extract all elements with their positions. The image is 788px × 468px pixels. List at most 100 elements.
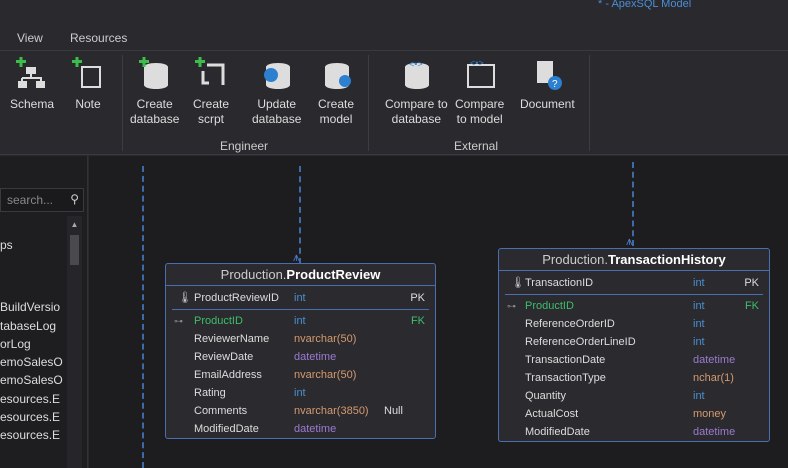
column-name: ProductID xyxy=(525,300,574,312)
note-button[interactable]: Note xyxy=(72,57,104,112)
column-row[interactable]: ReviewerName nvarchar(50) xyxy=(166,330,435,348)
table-transactionhistory[interactable]: Production.TransactionHistory 🌡 Transactio… xyxy=(498,248,770,442)
tree-item[interactable]: tabaseLog xyxy=(0,319,66,333)
update-database-button[interactable]: Update database xyxy=(252,57,301,127)
svg-text:<•>: <•> xyxy=(409,59,423,69)
scroll-up-icon[interactable]: ▲ xyxy=(67,220,82,229)
column-type: nvarchar(50) xyxy=(294,369,357,381)
column-row[interactable]: ReferenceOrderLineID int xyxy=(499,333,769,351)
pk-badge: PK xyxy=(410,292,425,304)
column-name: ReferenceOrderID xyxy=(525,318,615,330)
foreign-key-icon: ⊶ xyxy=(174,316,183,326)
create-script-button[interactable]: Create scrpt xyxy=(193,57,229,127)
create-database-button[interactable]: Create database xyxy=(130,57,179,127)
schema-button[interactable]: Schema xyxy=(10,57,54,112)
note-icon xyxy=(72,57,101,88)
column-row[interactable]: ReferenceOrderID int xyxy=(499,315,769,333)
menu-view[interactable]: View xyxy=(17,31,43,45)
column-name: TransactionDate xyxy=(525,354,606,366)
column-type: nvarchar(50) xyxy=(294,333,357,345)
column-name: EmailAddress xyxy=(194,369,262,381)
table-header[interactable]: Production.TransactionHistory xyxy=(499,249,769,271)
compare-to-model-icon: <•> xyxy=(466,58,495,88)
group-external-label: External xyxy=(454,139,499,153)
ribbon: Schema Note Create database Create scrpt Updat… xyxy=(0,50,788,155)
menu-resources[interactable]: Resources xyxy=(70,31,127,45)
table-schema: Production. xyxy=(542,252,608,267)
column-name: Rating xyxy=(194,387,226,399)
compare-to-model-button[interactable]: <•> Compare to model xyxy=(455,57,504,127)
ribbon-separator xyxy=(589,55,590,151)
button-label: Document xyxy=(520,97,575,111)
table-schema: Production. xyxy=(220,267,287,282)
column-name: ModifiedDate xyxy=(525,426,590,438)
column-name: TransactionType xyxy=(525,372,606,384)
ribbon-separator xyxy=(368,55,369,151)
update-database-icon xyxy=(263,63,290,89)
column-row[interactable]: Quantity int xyxy=(499,387,769,405)
window-title: * - ApexSQL Model xyxy=(598,0,692,10)
column-name: ModifiedDate xyxy=(194,423,259,435)
table-name: ProductReview xyxy=(286,267,381,282)
table-name: TransactionHistory xyxy=(608,252,726,267)
button-label: Schema xyxy=(10,97,55,111)
ribbon-separator xyxy=(122,55,123,151)
column-row[interactable]: Comments nvarchar(3850) Null xyxy=(166,402,435,420)
column-type: datetime xyxy=(693,354,736,366)
column-name: ReviewDate xyxy=(194,351,254,363)
pk-separator xyxy=(172,309,429,310)
key-icon: 🌡 xyxy=(178,292,192,304)
button-label-line2: database xyxy=(252,112,302,126)
column-row[interactable]: ⊶ ProductID int FK xyxy=(166,312,435,330)
column-row[interactable]: Rating int xyxy=(166,384,435,402)
scrollbar-thumb[interactable] xyxy=(70,235,79,265)
create-database-icon xyxy=(138,57,168,89)
column-type: int xyxy=(294,315,306,327)
tree-item[interactable]: BuildVersio xyxy=(0,300,66,314)
table-header[interactable]: Production.ProductReview xyxy=(166,264,435,286)
tree-item[interactable]: orLog xyxy=(0,337,66,351)
column-name: ActualCost xyxy=(525,408,579,420)
column-row[interactable]: ⊶ ProductID int FK xyxy=(499,297,769,315)
tree-item[interactable]: ps xyxy=(0,238,66,252)
column-row[interactable]: ModifiedDate datetime xyxy=(499,423,769,441)
column-row[interactable]: TransactionType nchar(1) xyxy=(499,369,769,387)
tree-item[interactable]: emoSalesO xyxy=(0,355,66,369)
column-type: int xyxy=(693,336,705,348)
column-type: datetime xyxy=(294,423,337,435)
column-row[interactable]: ReviewDate datetime xyxy=(166,348,435,366)
column-name: Comments xyxy=(194,405,248,417)
column-row[interactable]: TransactionDate datetime xyxy=(499,351,769,369)
column-type: datetime xyxy=(294,351,337,363)
button-label: Compare xyxy=(455,97,505,111)
search-icon[interactable]: ⚲ xyxy=(70,192,79,206)
search-placeholder: search... xyxy=(7,193,54,207)
button-label-line2: database xyxy=(391,112,442,126)
create-model-icon xyxy=(325,63,352,89)
fk-badge: FK xyxy=(744,300,759,312)
tree-item[interactable]: esources.E xyxy=(0,392,66,406)
button-label-line2: scrpt xyxy=(198,112,225,126)
compare-to-database-button[interactable]: <•> Compare to database xyxy=(385,57,448,127)
group-engineer-label: Engineer xyxy=(220,139,269,153)
tree-item[interactable]: esources.E xyxy=(0,428,66,442)
pk-row[interactable]: 🌡 TransactionID int PK xyxy=(499,274,769,292)
column-type: int xyxy=(693,318,705,330)
tree-item[interactable]: emoSalesO xyxy=(0,373,66,387)
schema-icon xyxy=(16,57,46,88)
fk-badge: FK xyxy=(410,315,425,327)
table-productreview[interactable]: Production.ProductReview 🌡 ProductReviewID… xyxy=(165,263,436,439)
column-row[interactable]: ModifiedDate datetime xyxy=(166,420,435,438)
tree-item[interactable]: esources.E xyxy=(0,410,66,424)
create-script-icon xyxy=(195,57,225,85)
document-button[interactable]: ? Document xyxy=(520,57,575,112)
column-row[interactable]: EmailAddress nvarchar(50) xyxy=(166,366,435,384)
relationship-line xyxy=(142,166,144,468)
column-type: int xyxy=(294,292,306,304)
pk-row[interactable]: 🌡 ProductReviewID int PK xyxy=(166,289,435,307)
button-label: Create xyxy=(136,97,173,111)
column-type: int xyxy=(294,387,306,399)
create-model-button[interactable]: Create model xyxy=(318,57,354,127)
search-input[interactable]: search... ⚲ xyxy=(0,188,84,212)
column-row[interactable]: ActualCost money xyxy=(499,405,769,423)
